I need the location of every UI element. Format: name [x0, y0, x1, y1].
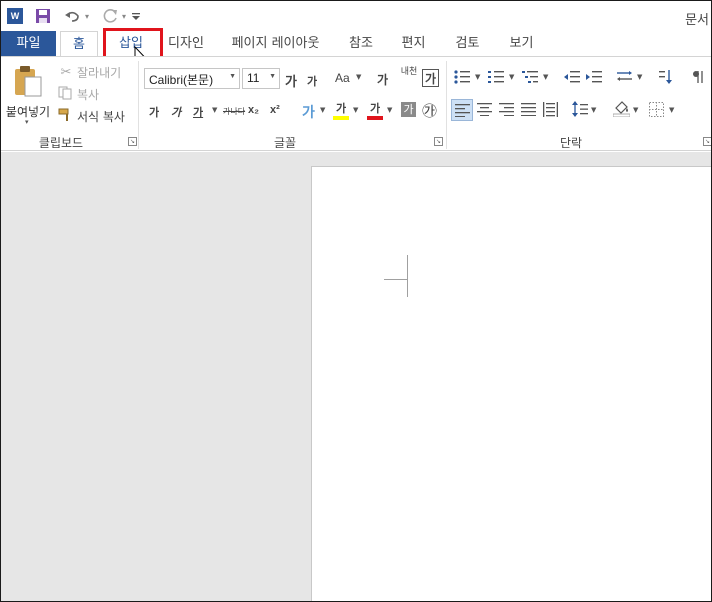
font-color-icon[interactable]: 가: [367, 100, 383, 120]
bullets-icon[interactable]: [454, 70, 470, 87]
numbering-icon[interactable]: [488, 70, 504, 87]
paragraph-launcher-icon[interactable]: ↘: [703, 137, 711, 146]
phonetic-guide-icon[interactable]: 내천: [400, 67, 418, 77]
word-logo-icon[interactable]: W: [7, 8, 23, 24]
clipboard-group-label: 클립보드: [38, 136, 84, 150]
font-color-glyph: 가: [369, 102, 381, 115]
save-icon[interactable]: [35, 7, 51, 25]
chevron-down-icon[interactable]: ▼: [475, 73, 480, 81]
format-painter-label: 서식 복사: [77, 109, 125, 124]
bold-icon[interactable]: 가: [149, 104, 159, 120]
document-page[interactable]: [311, 166, 711, 601]
title-bar: W ▾ ▾ 문서: [1, 1, 711, 31]
chevron-down-icon[interactable]: ▼: [356, 73, 361, 81]
undo-icon[interactable]: [64, 7, 80, 25]
shrink-font-icon[interactable]: 가: [307, 73, 317, 89]
copy-label: 복사: [77, 87, 100, 102]
font-group-label: 글꼴: [273, 136, 297, 150]
font-size-value: 11: [247, 71, 260, 85]
copy-icon: [58, 86, 74, 103]
chevron-down-icon[interactable]: ▼: [353, 106, 358, 114]
superscript-icon[interactable]: x²: [270, 104, 280, 116]
redo-icon[interactable]: [103, 7, 119, 25]
chevron-down-icon[interactable]: ▼: [669, 106, 674, 114]
strikethrough-icon[interactable]: 가나다: [223, 106, 245, 117]
tab-mailings[interactable]: 편지: [391, 31, 436, 56]
paste-dropdown-icon: ▾: [25, 118, 29, 126]
character-shading-icon[interactable]: 가: [401, 102, 416, 117]
align-left-icon: [455, 104, 470, 117]
document-title: 문서: [685, 13, 709, 28]
decrease-indent-icon[interactable]: [564, 70, 580, 87]
undo-dropdown-icon[interactable]: ▾: [83, 7, 91, 25]
chevron-down-icon: ▼: [269, 73, 276, 80]
chevron-down-icon[interactable]: ▼: [637, 73, 642, 81]
font-color-bar: [367, 116, 383, 120]
format-painter-icon: [58, 108, 74, 125]
margin-corner-mark: [384, 279, 408, 280]
chevron-down-icon: ▼: [229, 73, 236, 80]
asian-layout-icon[interactable]: [616, 70, 634, 87]
ribbon-home: 붙여넣기 ▾ ✂ 잘라내기 복사 서식 복사 클립보드 ↘ Calibri(본문…: [1, 56, 711, 151]
group-divider: [446, 61, 447, 149]
sort-icon[interactable]: [658, 68, 674, 89]
chevron-down-icon[interactable]: ▼: [633, 106, 638, 114]
chevron-down-icon[interactable]: ▼: [509, 73, 514, 81]
align-right-icon[interactable]: [499, 103, 514, 119]
chevron-down-icon[interactable]: ▼: [320, 106, 325, 114]
cut-label: 잘라내기: [77, 65, 122, 80]
distributed-icon[interactable]: [543, 102, 558, 120]
increase-indent-icon[interactable]: [586, 70, 602, 87]
margin-corner-mark: [407, 255, 408, 297]
subscript-icon[interactable]: x₂: [248, 104, 259, 116]
copy-button[interactable]: 복사: [58, 85, 99, 103]
clipboard-launcher-icon[interactable]: ↘: [128, 137, 137, 146]
line-spacing-icon[interactable]: [572, 101, 588, 120]
document-workspace: [1, 152, 711, 601]
clear-formatting-icon[interactable]: 가: [377, 71, 388, 88]
text-effects-icon[interactable]: 가: [302, 102, 315, 122]
font-size-combo[interactable]: 11 ▼: [242, 68, 280, 89]
tab-references[interactable]: 참조: [336, 31, 386, 56]
chevron-down-icon[interactable]: ▼: [591, 106, 596, 114]
justify-icon[interactable]: [521, 103, 536, 119]
highlight-color-bar: [333, 116, 349, 120]
multilevel-list-icon[interactable]: [522, 70, 538, 87]
paste-icon: [15, 66, 42, 97]
tab-design[interactable]: 디자인: [161, 31, 211, 56]
group-divider: [138, 61, 139, 149]
borders-icon[interactable]: [649, 102, 664, 120]
tab-home[interactable]: 홈: [60, 31, 98, 57]
format-painter-button[interactable]: 서식 복사: [58, 107, 125, 125]
chevron-down-icon[interactable]: ▼: [543, 73, 548, 81]
font-launcher-icon[interactable]: ↘: [434, 137, 443, 146]
highlight-color-icon[interactable]: 가: [333, 100, 349, 120]
paste-button[interactable]: 붙여넣기 ▾: [5, 63, 51, 127]
grow-font-icon[interactable]: 가: [285, 71, 297, 90]
align-center-icon[interactable]: [477, 103, 492, 119]
shading-icon[interactable]: [612, 100, 631, 120]
scissors-icon: ✂: [60, 64, 72, 80]
character-border-icon[interactable]: 가: [422, 69, 439, 87]
chevron-down-icon[interactable]: ▼: [387, 106, 392, 114]
font-name-combo[interactable]: Calibri(본문) ▼: [144, 68, 240, 89]
align-left-button[interactable]: [451, 99, 473, 121]
word-window: W ▾ ▾ 문서 파일 홈 삽입 디자인 페이지 레이아웃 참조 편지 검토 보…: [0, 0, 712, 602]
customize-qat-icon[interactable]: [131, 7, 141, 25]
underline-icon[interactable]: 가: [193, 104, 203, 120]
cut-button[interactable]: ✂ 잘라내기: [58, 63, 122, 81]
italic-icon[interactable]: 가: [171, 104, 181, 120]
tab-file[interactable]: 파일: [1, 31, 56, 56]
tab-view[interactable]: 보기: [499, 31, 544, 56]
tab-review[interactable]: 검토: [445, 31, 490, 56]
change-case-icon[interactable]: Aa: [335, 71, 350, 85]
redo-dropdown-icon[interactable]: ▾: [121, 7, 127, 25]
chevron-down-icon[interactable]: ▼: [212, 106, 217, 114]
tab-page-layout[interactable]: 페이지 레이아웃: [223, 31, 328, 56]
paragraph-group-label: 단락: [559, 136, 583, 150]
highlight-glyph: 가: [335, 102, 347, 115]
show-marks-icon[interactable]: [691, 70, 705, 87]
enclose-characters-icon[interactable]: ㉮: [422, 100, 437, 121]
font-name-value: Calibri(본문): [149, 73, 214, 87]
